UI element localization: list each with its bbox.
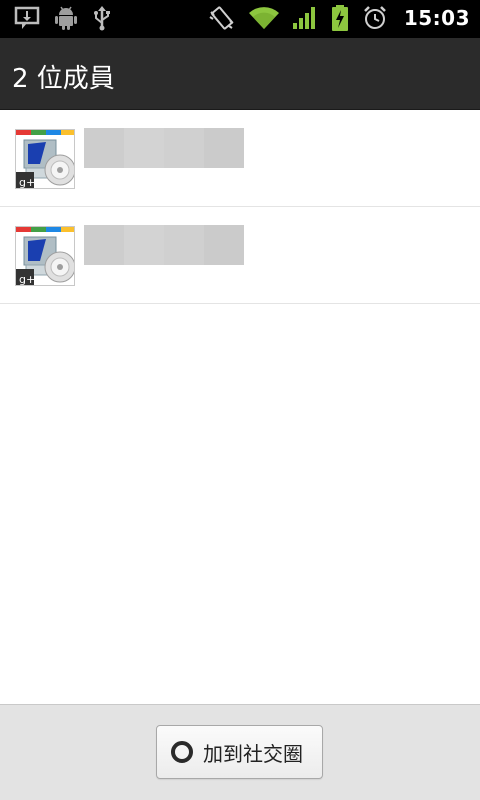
bottom-action-bar: 加到社交圈 <box>0 704 480 800</box>
add-to-circles-button[interactable]: 加到社交圈 <box>156 725 323 779</box>
list-item[interactable]: g+ <box>0 207 480 304</box>
signal-icon <box>292 5 318 31</box>
vibrate-icon <box>208 4 236 32</box>
message-alert-icon <box>14 5 40 31</box>
svg-text:g+: g+ <box>19 273 35 286</box>
list-item[interactable]: g+ <box>0 110 480 207</box>
page-title: 2 位成員 <box>12 64 115 94</box>
wifi-icon <box>248 5 280 31</box>
status-bar: 15:03 <box>0 0 480 38</box>
notification-icons <box>14 5 112 31</box>
circle-icon <box>171 741 193 763</box>
member-list: g+ g+ <box>0 110 480 304</box>
clock: 15:03 <box>403 6 470 30</box>
member-name-placeholder <box>84 128 244 168</box>
system-status-icons: 15:03 <box>208 4 470 32</box>
alarm-icon <box>362 5 388 31</box>
google-plus-avatar-icon: g+ <box>15 129 75 189</box>
google-plus-avatar-icon: g+ <box>15 226 75 286</box>
usb-icon <box>92 5 112 31</box>
add-to-circles-label: 加到社交圈 <box>203 741 303 766</box>
svg-text:g+: g+ <box>19 176 35 189</box>
title-bar: 2 位成員 <box>0 38 480 110</box>
battery-charging-icon <box>330 4 350 32</box>
member-name-placeholder <box>84 225 244 265</box>
android-debug-icon <box>54 5 78 31</box>
